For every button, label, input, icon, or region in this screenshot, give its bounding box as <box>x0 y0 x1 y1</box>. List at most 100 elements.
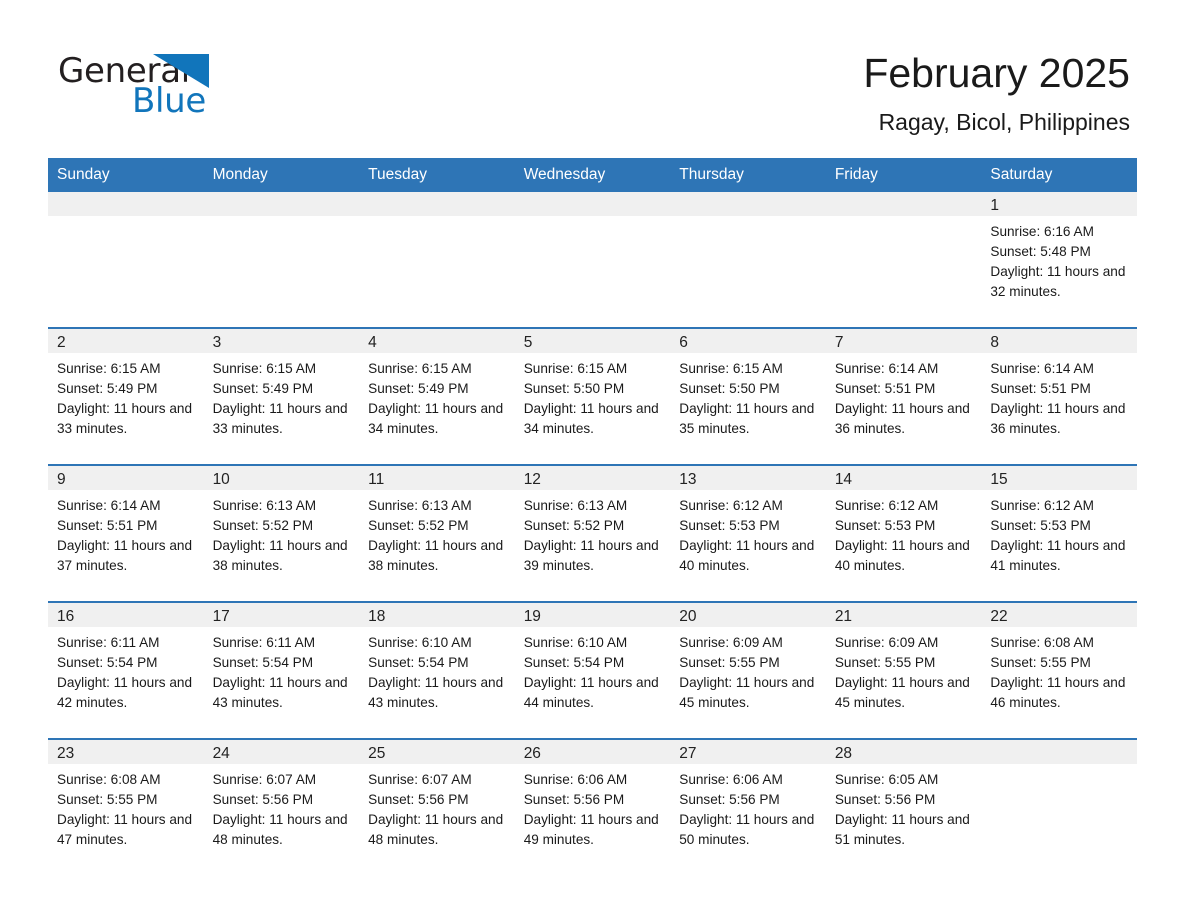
weekday-header-thursday: Thursday <box>670 158 826 192</box>
day-number <box>825 192 982 216</box>
calendar-day-cell[interactable]: 25 Sunrise: 6:07 AM Sunset: 5:56 PM Dayligh… <box>359 738 515 875</box>
calendar-day-cell[interactable]: 14 Sunrise: 6:12 AM Sunset: 5:53 PM Dayligh… <box>825 464 982 602</box>
day-details: Sunrise: 6:11 AM Sunset: 5:54 PM Daylight:… <box>48 627 204 713</box>
daylight-text: Daylight: 11 hours and 38 minutes. <box>368 538 504 573</box>
daylight-text: Daylight: 11 hours and 48 minutes. <box>368 812 504 847</box>
sunset-text: Sunset: 5:56 PM <box>523 792 625 807</box>
day-number: 21 <box>825 603 982 627</box>
calendar-cell-empty <box>48 192 204 328</box>
calendar-day-cell[interactable]: 28 Sunrise: 6:05 AM Sunset: 5:56 PM Dayligh… <box>825 738 982 875</box>
sunset-text: Sunset: 5:49 PM <box>57 381 158 396</box>
day-number: 14 <box>825 466 982 490</box>
sunrise-text: Sunrise: 6:15 AM <box>679 361 783 376</box>
calendar-header-row: Sunday Monday Tuesday Wednesday Thursday… <box>48 158 1137 192</box>
calendar-day-cell[interactable]: 13 Sunrise: 6:12 AM Sunset: 5:53 PM Dayligh… <box>670 464 826 602</box>
calendar-day-cell[interactable]: 17 Sunrise: 6:11 AM Sunset: 5:54 PM Dayligh… <box>203 601 360 739</box>
general-blue-logo[interactable]: General Blue <box>58 52 318 124</box>
sunset-text: Sunset: 5:56 PM <box>368 792 469 807</box>
sunrise-text: Sunrise: 6:06 AM <box>679 772 783 787</box>
calendar-day-cell[interactable]: 19 Sunrise: 6:10 AM Sunset: 5:54 PM Dayligh… <box>514 601 671 739</box>
calendar-day-cell[interactable]: 10 Sunrise: 6:13 AM Sunset: 5:52 PM Dayligh… <box>203 464 360 602</box>
day-number: 18 <box>359 603 515 627</box>
day-number: 2 <box>48 329 204 353</box>
page-title: February 2025 <box>863 50 1130 96</box>
calendar-day-cell[interactable]: 9 Sunrise: 6:14 AM Sunset: 5:51 PM Daylight… <box>48 464 204 602</box>
sunrise-text: Sunrise: 6:09 AM <box>834 635 939 650</box>
calendar-day-cell[interactable]: 6 Sunrise: 6:15 AM Sunset: 5:50 PM Daylight… <box>670 327 826 465</box>
calendar-day-cell[interactable]: 2 Sunrise: 6:15 AM Sunset: 5:49 PM Daylight… <box>48 327 204 465</box>
sunset-text: Sunset: 5:52 PM <box>368 518 469 533</box>
calendar-day-cell[interactable]: 5 Sunrise: 6:15 AM Sunset: 5:50 PM Daylight… <box>514 327 671 465</box>
day-details: Sunrise: 6:12 AM Sunset: 5:53 PM Daylight:… <box>981 490 1137 576</box>
day-number: 17 <box>203 603 360 627</box>
calendar-day-cell[interactable]: 7 Sunrise: 6:14 AM Sunset: 5:51 PM Daylight… <box>825 327 982 465</box>
daylight-text: Daylight: 11 hours and 36 minutes. <box>834 401 970 436</box>
day-number: 7 <box>825 329 982 353</box>
sunrise-text: Sunrise: 6:12 AM <box>990 498 1094 513</box>
calendar-cell-empty <box>359 192 515 328</box>
calendar-day-cell[interactable]: 8 Sunrise: 6:14 AM Sunset: 5:51 PM Daylight… <box>981 327 1137 465</box>
day-details: Sunrise: 6:15 AM Sunset: 5:49 PM Daylight:… <box>204 353 360 439</box>
calendar-cell-empty <box>514 192 671 328</box>
calendar-table: Sunday Monday Tuesday Wednesday Thursday… <box>48 158 1137 875</box>
sunrise-text: Sunrise: 6:16 AM <box>990 224 1094 239</box>
sunset-text: Sunset: 5:55 PM <box>57 792 158 807</box>
day-details: Sunrise: 6:11 AM Sunset: 5:54 PM Daylight:… <box>204 627 360 713</box>
sunrise-text: Sunrise: 6:15 AM <box>212 361 317 376</box>
daylight-text: Daylight: 11 hours and 43 minutes. <box>368 675 504 710</box>
sunrise-text: Sunrise: 6:13 AM <box>523 498 628 513</box>
sunrise-text: Sunrise: 6:08 AM <box>57 772 161 787</box>
calendar-day-cell[interactable]: 18 Sunrise: 6:10 AM Sunset: 5:54 PM Dayligh… <box>359 601 515 739</box>
sunset-text: Sunset: 5:49 PM <box>212 381 314 396</box>
calendar-day-cell[interactable]: 1 Sunrise: 6:16 AM Sunset: 5:48 PM Daylight… <box>981 192 1137 328</box>
calendar-day-cell[interactable]: 24 Sunrise: 6:07 AM Sunset: 5:56 PM Dayligh… <box>203 738 360 875</box>
calendar-day-cell[interactable]: 4 Sunrise: 6:15 AM Sunset: 5:49 PM Daylight… <box>359 327 515 465</box>
sunrise-text: Sunrise: 6:14 AM <box>990 361 1094 376</box>
sunset-text: Sunset: 5:53 PM <box>990 518 1091 533</box>
logo-text-blue: Blue <box>132 81 207 121</box>
calendar-day-cell[interactable]: 26 Sunrise: 6:06 AM Sunset: 5:56 PM Dayligh… <box>514 738 671 875</box>
daylight-text: Daylight: 11 hours and 41 minutes. <box>990 538 1126 573</box>
day-details: Sunrise: 6:07 AM Sunset: 5:56 PM Daylight:… <box>204 764 360 850</box>
day-number: 22 <box>981 603 1137 627</box>
calendar-day-cell[interactable]: 27 Sunrise: 6:06 AM Sunset: 5:56 PM Dayligh… <box>670 738 826 875</box>
sunset-text: Sunset: 5:54 PM <box>212 655 314 670</box>
calendar-day-cell[interactable]: 11 Sunrise: 6:13 AM Sunset: 5:52 PM Dayligh… <box>359 464 515 602</box>
day-details: Sunrise: 6:16 AM Sunset: 5:48 PM Daylight:… <box>981 216 1137 302</box>
calendar-day-cell[interactable]: 3 Sunrise: 6:15 AM Sunset: 5:49 PM Daylight… <box>203 327 360 465</box>
weekday-header-tuesday: Tuesday <box>359 158 515 192</box>
calendar-day-cell[interactable]: 20 Sunrise: 6:09 AM Sunset: 5:55 PM Dayligh… <box>670 601 826 739</box>
calendar-day-cell[interactable]: 21 Sunrise: 6:09 AM Sunset: 5:55 PM Dayligh… <box>825 601 982 739</box>
sunset-text: Sunset: 5:55 PM <box>990 655 1091 670</box>
day-details: Sunrise: 6:06 AM Sunset: 5:56 PM Daylight:… <box>670 764 826 850</box>
sunset-text: Sunset: 5:51 PM <box>990 381 1091 396</box>
daylight-text: Daylight: 11 hours and 34 minutes. <box>368 401 504 436</box>
day-number: 26 <box>514 740 671 764</box>
page-header: General Blue February 2025 Ragay, Bicol,… <box>0 0 1188 155</box>
daylight-text: Daylight: 11 hours and 44 minutes. <box>523 675 659 710</box>
daylight-text: Daylight: 11 hours and 39 minutes. <box>523 538 659 573</box>
calendar-day-cell[interactable]: 15 Sunrise: 6:12 AM Sunset: 5:53 PM Dayligh… <box>981 464 1137 602</box>
sunset-text: Sunset: 5:56 PM <box>834 792 936 807</box>
day-number: 24 <box>203 740 360 764</box>
weekday-header-sunday: Sunday <box>48 158 204 192</box>
sunset-text: Sunset: 5:54 PM <box>368 655 469 670</box>
daylight-text: Daylight: 11 hours and 40 minutes. <box>834 538 970 573</box>
sunrise-text: Sunrise: 6:15 AM <box>57 361 161 376</box>
day-details: Sunrise: 6:13 AM Sunset: 5:52 PM Daylight:… <box>204 490 360 576</box>
calendar-day-cell[interactable]: 22 Sunrise: 6:08 AM Sunset: 5:55 PM Dayligh… <box>981 601 1137 739</box>
sunrise-text: Sunrise: 6:05 AM <box>834 772 939 787</box>
sunrise-text: Sunrise: 6:10 AM <box>523 635 628 650</box>
daylight-text: Daylight: 11 hours and 37 minutes. <box>57 538 193 573</box>
day-number: 20 <box>670 603 826 627</box>
sunrise-text: Sunrise: 6:14 AM <box>57 498 161 513</box>
weekday-header-friday: Friday <box>825 158 982 192</box>
sunrise-text: Sunrise: 6:11 AM <box>212 635 316 650</box>
day-number: 5 <box>514 329 671 353</box>
calendar-day-cell[interactable]: 16 Sunrise: 6:11 AM Sunset: 5:54 PM Dayligh… <box>48 601 204 739</box>
calendar-day-cell[interactable]: 23 Sunrise: 6:08 AM Sunset: 5:55 PM Dayligh… <box>48 738 204 875</box>
daylight-text: Daylight: 11 hours and 38 minutes. <box>212 538 348 573</box>
calendar-week-row: 16 Sunrise: 6:11 AM Sunset: 5:54 PM Dayligh… <box>48 601 1137 739</box>
calendar-day-cell[interactable]: 12 Sunrise: 6:13 AM Sunset: 5:52 PM Dayligh… <box>514 464 671 602</box>
calendar-cell-empty <box>670 192 826 328</box>
